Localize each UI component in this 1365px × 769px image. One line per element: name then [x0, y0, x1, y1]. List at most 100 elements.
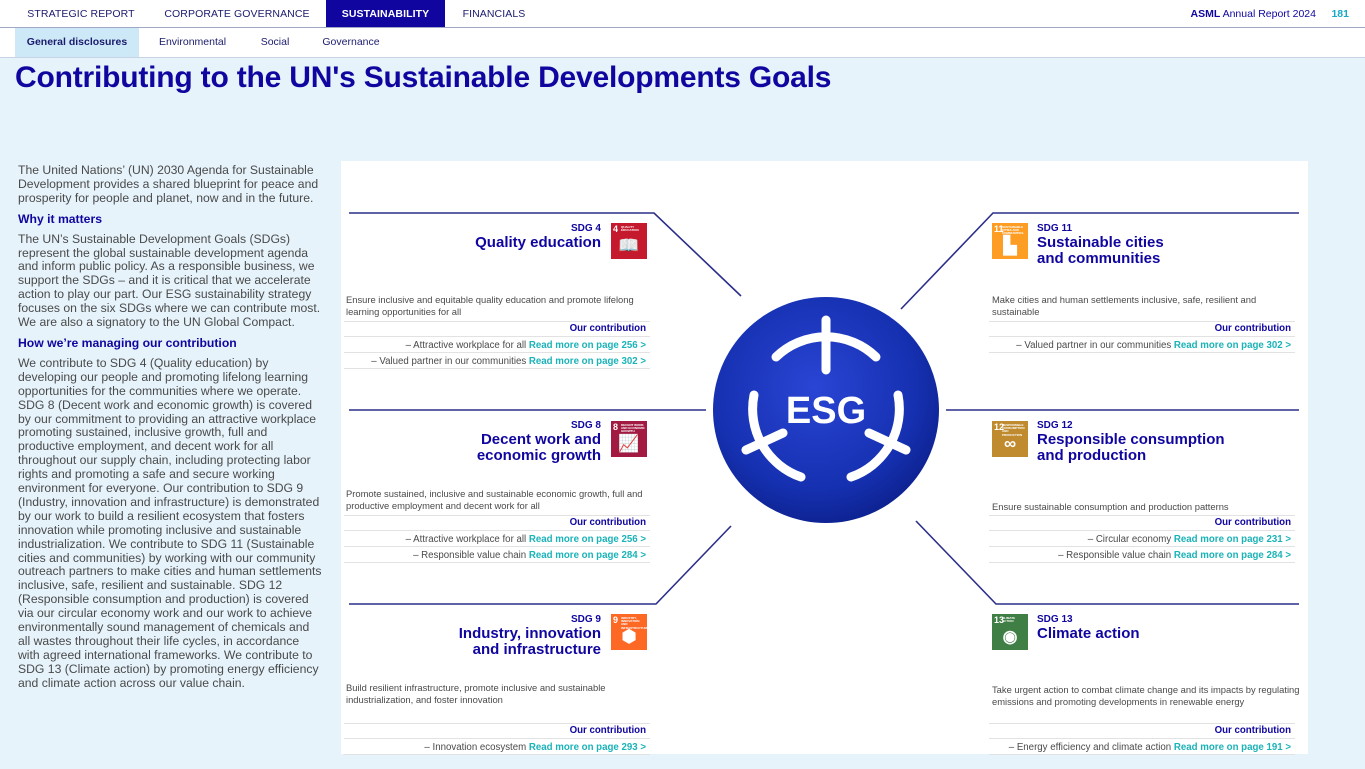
sdg12-description: Ensure sustainable consumption and produ… — [992, 501, 1229, 512]
sdg11-cities-icon: 11 SUSTAINABLE CITIES AND COMMUNITIES ▙ — [992, 223, 1028, 259]
sdg4-contribution-item: – Attractive workplace for all Read more… — [344, 337, 650, 353]
contribution-text: – Innovation ecosystem — [424, 742, 529, 753]
esg-label: ESG — [786, 390, 866, 432]
sdg12-contribution-item: – Responsible value chain Read more on p… — [989, 547, 1295, 563]
why-it-matters-heading: Why it matters — [18, 211, 102, 226]
sdg4-contribution-item: – Valued partner in our communities Read… — [344, 353, 650, 369]
sdg8-description: Promote sustained, inclusive and sustain… — [346, 488, 643, 512]
sdg9-cubes-icon: ⬢ — [621, 627, 637, 646]
sdg12-contribution: Our contribution – Circular economy Read… — [989, 515, 1295, 563]
read-more-link[interactable]: Read more on page 256 > — [529, 534, 646, 545]
sdg13-description: Take urgent action to combat climate cha… — [992, 684, 1300, 708]
page-number: 181 — [1331, 8, 1349, 20]
sdg4-icon-number: 4 — [613, 224, 619, 234]
sdg13-contribution-item: – Energy efficiency and climate action R… — [989, 739, 1295, 755]
sdg-diagram-panel: ESG SDG 4 Quality education 4 QUALITY ED… — [341, 161, 1308, 755]
sdg9-heading: SDG 9 Industry, innovation and infrastru… — [459, 614, 601, 657]
top-navigation: STRATEGIC REPORT CORPORATE GOVERNANCE SU… — [0, 0, 1365, 28]
sdg12-contribution-heading: Our contribution — [989, 515, 1295, 531]
read-more-link[interactable]: Read more on page 256 > — [529, 340, 646, 351]
sdg9-title-line1: Industry, innovation — [458, 625, 601, 642]
contribution-text: – Attractive workplace for all — [405, 534, 529, 545]
sdg12-infinity-icon: ∞ — [1003, 434, 1017, 453]
sdg11-title-line2: and communities — [1037, 249, 1161, 267]
sdg12-contribution-item: – Circular economy Read more on page 231… — [989, 531, 1295, 547]
sdg8-growth-chart-icon: 📈 — [618, 434, 640, 453]
sdg8-icon-number: 8 — [613, 422, 619, 432]
sdg12-consumption-icon: 12 RESPONSIBLE CONSUMPTION AND PRODUCTIO… — [992, 421, 1028, 457]
sdg4-book-icon: 📖 — [618, 236, 640, 255]
read-more-link[interactable]: Read more on page 293 > — [529, 742, 646, 753]
section-navigation: General disclosures Environmental Social… — [0, 28, 1365, 58]
sdg4-heading: SDG 4 Quality education — [475, 223, 601, 251]
sdg8-contribution-item: – Attractive workplace for all Read more… — [344, 531, 650, 547]
sdg9-contribution-item: – Innovation ecosystem Read more on page… — [344, 739, 650, 755]
sdg4-title: Quality education — [475, 234, 601, 251]
contribution-text: – Responsible value chain — [1058, 550, 1174, 561]
sdg11-title-line1: Sustainable cities — [1037, 234, 1164, 251]
subtab-environmental[interactable]: Environmental — [150, 28, 235, 57]
tab-financials[interactable]: FINANCIALS — [452, 0, 536, 27]
esg-center-emblem: ESG — [713, 297, 939, 523]
sdg11-contribution: Our contribution – Valued partner in our… — [989, 321, 1295, 353]
report-brand: ASML Annual Report 2024 — [1191, 0, 1317, 28]
why-it-matters-paragraph: The UN’s Sustainable Development Goals (… — [18, 231, 321, 330]
tab-corporate-governance[interactable]: CORPORATE GOVERNANCE — [152, 0, 322, 27]
how-managing-heading: How we’re managing our contribution — [18, 335, 237, 350]
read-more-link[interactable]: Read more on page 302 > — [529, 356, 646, 367]
sdg9-title-line2: and infrastructure — [472, 640, 601, 658]
subtab-governance[interactable]: Governance — [314, 28, 388, 57]
sdg13-heading: SDG 13 Climate action — [1037, 614, 1140, 642]
sdg13-climate-icon: 13 CLIMATE ACTION ◉ — [992, 614, 1028, 650]
sdg4-education-icon: 4 QUALITY EDUCATION 📖 — [611, 223, 647, 259]
read-more-link[interactable]: Read more on page 191 > — [1174, 742, 1291, 753]
contribution-text: – Circular economy — [1087, 534, 1174, 545]
brand-report-label: Annual Report 2024 — [1220, 8, 1316, 20]
read-more-link[interactable]: Read more on page 284 > — [529, 550, 646, 561]
sdg8-contribution-heading: Our contribution — [344, 515, 650, 531]
page-title: Contributing to the UN's Sustainable Dev… — [15, 61, 832, 94]
subtab-general-disclosures[interactable]: General disclosures — [15, 28, 139, 57]
sdg11-icon-caption: SUSTAINABLE CITIES AND COMMUNITIES — [1002, 225, 1024, 236]
sdg9-industry-icon: 9 INDUSTRY, INNOVATION AND INFRASTRUCTUR… — [611, 614, 649, 650]
sdg8-decent-work-icon: 8 DECENT WORK AND ECONOMIC GROWTH 📈 — [611, 421, 647, 457]
contribution-text: – Valued partner in our communities — [371, 356, 529, 367]
sdg9-icon-number: 9 — [613, 615, 619, 625]
sdg11-contribution-heading: Our contribution — [989, 321, 1295, 337]
tab-strategic-report[interactable]: STRATEGIC REPORT — [16, 0, 146, 27]
contribution-text: – Energy efficiency and climate action — [1008, 742, 1174, 753]
contribution-text: – Responsible value chain — [413, 550, 529, 561]
sdg8-contribution: Our contribution – Attractive workplace … — [344, 515, 650, 563]
sdg11-contribution-item: – Valued partner in our communities Read… — [989, 337, 1295, 353]
sdg12-heading: SDG 12 Responsible consumption and produ… — [1037, 420, 1225, 463]
sdg13-icon-caption: CLIMATE ACTION — [1002, 616, 1016, 624]
sdg8-title-line2: economic growth — [476, 446, 601, 464]
contribution-text: – Valued partner in our communities — [1016, 340, 1174, 351]
sdg4-contribution: Our contribution – Attractive workplace … — [344, 321, 650, 369]
sdg13-title: Climate action — [1037, 625, 1140, 642]
brand-name: ASML — [1190, 8, 1221, 20]
sdg13-eye-globe-icon: ◉ — [1002, 627, 1018, 646]
tab-sustainability[interactable]: SUSTAINABILITY — [326, 0, 445, 27]
intro-paragraph: The United Nations’ (UN) 2030 Agenda for… — [18, 163, 319, 205]
sdg12-title-line2: and production — [1037, 446, 1147, 464]
sdg12-title-line1: Responsible consumption — [1037, 431, 1225, 448]
sdg4-contribution-heading: Our contribution — [344, 321, 650, 337]
sdg13-contribution: Our contribution – Energy efficiency and… — [989, 723, 1295, 755]
read-more-link[interactable]: Read more on page 284 > — [1174, 550, 1291, 561]
sdg11-heading: SDG 11 Sustainable cities and communitie… — [1037, 223, 1164, 266]
contribution-text: – Attractive workplace for all — [405, 340, 529, 351]
sdg9-contribution-heading: Our contribution — [344, 723, 650, 739]
sdg8-contribution-item: – Responsible value chain Read more on p… — [344, 547, 650, 563]
sdg8-heading: SDG 8 Decent work and economic growth — [477, 420, 601, 463]
sdg11-description: Make cities and human settlements inclus… — [992, 294, 1257, 318]
how-managing-paragraph: We contribute to SDG 4 (Quality educatio… — [18, 355, 322, 690]
subtab-social[interactable]: Social — [250, 28, 300, 57]
sdg8-title-line1: Decent work and — [480, 431, 601, 448]
read-more-link[interactable]: Read more on page 302 > — [1174, 340, 1291, 351]
sdg4-icon-caption: QUALITY EDUCATION — [621, 225, 639, 233]
sdg13-contribution-heading: Our contribution — [989, 723, 1295, 739]
sdg11-buildings-icon: ▙ — [1003, 236, 1017, 255]
intro-column: The United Nations’ (UN) 2030 Agenda for… — [18, 163, 323, 698]
read-more-link[interactable]: Read more on page 231 > — [1174, 534, 1291, 545]
